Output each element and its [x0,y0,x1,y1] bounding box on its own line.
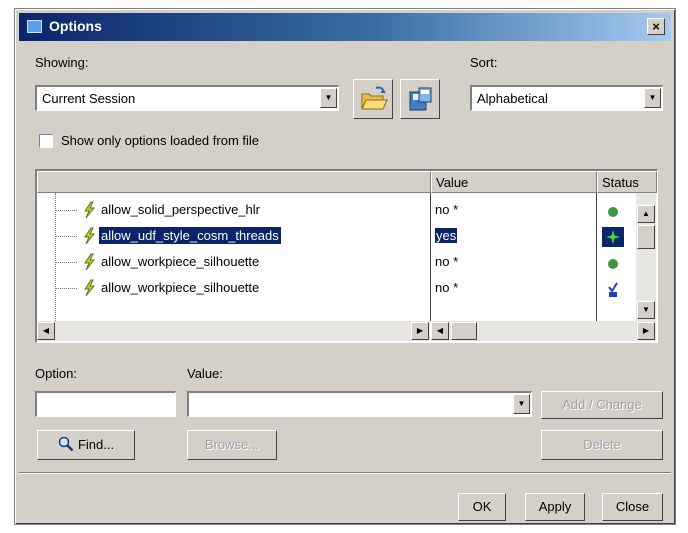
name-horizontal-scrollbar[interactable]: ◀ ▶ [37,321,430,341]
open-config-button[interactable] [353,79,393,119]
chevron-down-icon[interactable]: ▼ [644,88,661,108]
show-loaded-only-checkbox[interactable] [39,134,53,148]
sort-label: Sort: [470,55,498,70]
option-input[interactable] [35,391,176,417]
find-button-label: Find... [77,437,115,452]
add-change-button[interactable]: Add / Change [541,391,663,419]
separator [19,472,671,474]
chevron-down-icon[interactable]: ▼ [320,88,337,108]
column-header-value[interactable]: Value [431,171,597,193]
close-window-button[interactable]: × [647,18,665,35]
option-name-selected: allow_udf_style_cosm_threads [99,227,281,244]
save-config-icon [409,87,432,111]
option-name: allow_workpiece_silhouette [101,254,260,269]
delete-button[interactable]: Delete [541,430,663,460]
green-dot-icon [608,259,618,269]
apply-button[interactable]: Apply [525,493,585,521]
scroll-left-button[interactable]: ◀ [37,322,55,340]
ok-button[interactable]: OK [458,493,506,521]
vertical-scrollbar[interactable]: ▲ ▼ [636,193,656,321]
value-label: Value: [187,366,223,381]
scroll-left-button[interactable]: ◀ [431,322,449,340]
table-row[interactable]: allow_solid_perspective_hlr no * [37,197,637,223]
save-config-button[interactable] [400,79,440,119]
chevron-down-icon[interactable]: ▼ [513,394,530,414]
green-star-icon [602,227,624,247]
table-row[interactable]: allow_udf_style_cosm_threads yes [37,223,637,249]
option-value: no * [435,202,459,217]
scroll-up-button[interactable]: ▲ [637,205,655,223]
window-title: Options [49,18,102,34]
options-dialog: Options × Showing: Current Session ▼ Sor… [14,8,676,525]
table-row[interactable]: allow_workpiece_silhouette no * [37,275,637,301]
options-window-icon [27,20,42,33]
magnifier-icon [58,436,74,452]
browse-button[interactable]: Browse... [187,430,277,460]
scroll-thumb[interactable] [637,225,655,249]
sort-selected-value: Alphabetical [477,91,548,106]
showing-selected-value: Current Session [42,91,136,106]
value-horizontal-scrollbar[interactable]: ◀ ▶ [431,321,656,341]
option-value: no * [435,280,459,295]
showing-label: Showing: [35,55,89,70]
option-value: no * [435,254,459,269]
lightning-icon [84,279,96,297]
scroll-down-button[interactable]: ▼ [637,301,655,319]
title-bar[interactable]: Options × [19,13,671,41]
scroll-right-button[interactable]: ▶ [637,322,655,340]
option-label: Option: [35,366,77,381]
table-row[interactable]: allow_workpiece_silhouette no * [37,249,637,275]
showing-select[interactable]: Current Session ▼ [35,85,339,111]
green-dot-icon [608,207,618,217]
show-loaded-only-label[interactable]: Show only options loaded from file [61,133,259,148]
sort-select[interactable]: Alphabetical ▼ [470,85,663,111]
column-header-status[interactable]: Status [597,171,657,193]
find-button[interactable]: Find... [37,430,135,460]
option-value-selected: yes [435,228,458,243]
blue-check-icon [608,282,618,297]
lightning-icon [84,253,96,271]
value-select[interactable]: ▼ [187,391,532,417]
scroll-right-button[interactable]: ▶ [411,322,429,340]
open-folder-icon [361,86,388,110]
lightning-icon [84,227,96,245]
option-name: allow_solid_perspective_hlr [101,202,260,217]
close-button[interactable]: Close [602,493,663,521]
lightning-icon [84,201,96,219]
column-header-name[interactable] [37,171,431,193]
option-name: allow_workpiece_silhouette [101,280,260,295]
options-table: Value Status allow_solid_perspective_hlr… [35,169,658,343]
scroll-thumb[interactable] [451,322,477,340]
